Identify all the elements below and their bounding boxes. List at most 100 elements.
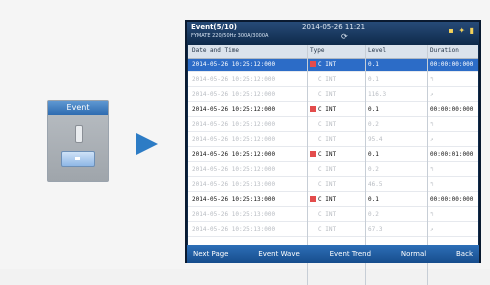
col-duration: Duration [430,47,459,54]
screen-subtitle: FYMATE 220/50Hz 300A/3000A [191,33,269,39]
refresh-icon[interactable]: ⟳ [341,32,348,41]
row-level: 0.1 [368,106,379,113]
row-level: 0.1 [368,61,379,68]
arrow-right-icon [136,133,158,155]
table-row[interactable]: 2014-05-26 10:25:12:000 C INT 0.1 00:00:00:… [188,59,478,72]
row-type-label: C INT [318,181,337,188]
row-type-label: C INT [318,151,337,158]
col-type: Type [310,47,325,54]
row-type: C INT [310,136,336,143]
row-datetime: 2014-05-26 10:25:13:000 [192,226,276,233]
row-duration: 00:00:00:000 [430,106,474,113]
row-datetime: 2014-05-26 10:25:13:000 [192,211,276,218]
footer-bar: Next Page Event Wave Event Trend Normal … [187,245,479,263]
row-level: 0.2 [368,166,379,173]
row-type-label: C INT [318,61,337,68]
event-dot-icon [310,166,316,172]
normal-button[interactable]: Normal [395,250,432,258]
col-datetime: Date and Time [192,47,239,54]
row-level: 0.1 [368,76,379,83]
event-indicator-icon [75,125,83,143]
row-type-label: C INT [318,91,337,98]
col-level: Level [368,47,387,54]
event-wave-button[interactable]: Event Wave [252,250,306,258]
event-dot-icon [310,226,316,232]
status-icons: ▪ ✦ ▮ [448,26,475,35]
row-type-label: C INT [318,121,337,128]
table-row[interactable]: 2014-05-26 10:25:13:000 C INT 67.3 ↗ [188,224,478,237]
wave-icon: ↰ [430,211,434,218]
wave-icon: ↰ [430,181,434,188]
row-type-label: C INT [318,136,337,143]
row-duration: 00:00:00:000 [430,196,474,203]
row-datetime: 2014-05-26 10:25:12:000 [192,76,276,83]
row-datetime: 2014-05-26 10:25:12:000 [192,151,276,158]
table-row[interactable]: 2014-05-26 10:25:13:000 C INT 46.5 ↰ [188,179,478,192]
row-level: 0.2 [368,211,379,218]
table-row[interactable]: 2014-05-26 10:25:12:000 C INT 0.1 00:00:01:… [188,149,478,162]
wave-icon: ↗ [430,136,434,143]
row-type: C INT [310,181,336,188]
row-datetime: 2014-05-26 10:25:13:000 [192,196,276,203]
row-type: C INT [310,61,336,68]
event-open-button[interactable] [61,151,95,167]
table-row[interactable]: 2014-05-26 10:25:12:000 C INT 0.1 ↰ [188,74,478,87]
event-trend-button[interactable]: Event Trend [324,250,377,258]
table-row[interactable]: 2014-05-26 10:25:12:000 C INT 0.1 00:00:00:… [188,104,478,117]
device-screen: Event(5/10) FYMATE 220/50Hz 300A/3000A 2… [185,20,481,285]
wave-icon: ↰ [430,121,434,128]
event-dot-icon [310,106,316,112]
row-datetime: 2014-05-26 10:25:12:000 [192,136,276,143]
next-page-button[interactable]: Next Page [187,250,234,258]
row-type-label: C INT [318,211,337,218]
table-row[interactable]: 2014-05-26 10:25:13:000 C INT 0.1 00:00:00:… [188,194,478,207]
row-datetime: 2014-05-26 10:25:12:000 [192,166,276,173]
event-dot-icon [310,181,316,187]
row-level: 116.3 [368,91,387,98]
row-type-label: C INT [318,166,337,173]
row-type: C INT [310,226,336,233]
table-header: Date and Time Type Level Duration [188,45,478,59]
row-level: 95.4 [368,136,383,143]
table-row[interactable]: 2014-05-26 10:25:12:000 C INT 95.4 ↗ [188,134,478,147]
event-dot-icon [310,91,316,97]
event-dot-icon [310,61,316,67]
event-dot-icon [310,211,316,217]
screen-title: Event(5/10) [191,23,237,31]
table-row[interactable]: 2014-05-26 10:25:13:000 C INT 0.2 ↰ [188,209,478,222]
event-widget-title: Event [48,101,108,115]
row-datetime: 2014-05-26 10:25:12:000 [192,91,276,98]
row-type-label: C INT [318,76,337,83]
wave-icon: ↰ [430,166,434,173]
row-duration: 00:00:00:000 [430,61,474,68]
row-type-label: C INT [318,106,337,113]
table-row[interactable]: 2014-05-26 10:25:12:000 C INT 0.2 ↰ [188,119,478,132]
row-level: 0.1 [368,151,379,158]
table-row[interactable]: 2014-05-26 10:25:12:000 C INT 116.3 ↗ [188,89,478,102]
row-datetime: 2014-05-26 10:25:12:000 [192,106,276,113]
table-row[interactable]: 2014-05-26 10:25:12:000 C INT 0.2 ↰ [188,164,478,177]
back-button[interactable]: Back [450,250,479,258]
row-type: C INT [310,91,336,98]
event-table: Date and Time Type Level Duration 2014-0… [188,45,478,285]
row-type: C INT [310,151,336,158]
screen-header: Event(5/10) FYMATE 220/50Hz 300A/3000A 2… [187,22,479,44]
row-level: 0.1 [368,196,379,203]
row-type: C INT [310,121,336,128]
row-type-label: C INT [318,196,337,203]
wave-icon: ↗ [430,91,434,98]
event-widget[interactable]: Event [47,100,109,182]
event-dot-icon [310,136,316,142]
row-type-label: C INT [318,226,337,233]
row-type: C INT [310,166,336,173]
row-level: 46.5 [368,181,383,188]
row-datetime: 2014-05-26 10:25:13:000 [192,181,276,188]
wave-icon: ↗ [430,226,434,233]
row-type: C INT [310,211,336,218]
row-level: 67.3 [368,226,383,233]
event-dot-icon [310,196,316,202]
row-type: C INT [310,196,336,203]
screen-date: 2014-05-26 11:21 [302,23,366,31]
wave-icon: ↰ [430,76,434,83]
row-type: C INT [310,106,336,113]
